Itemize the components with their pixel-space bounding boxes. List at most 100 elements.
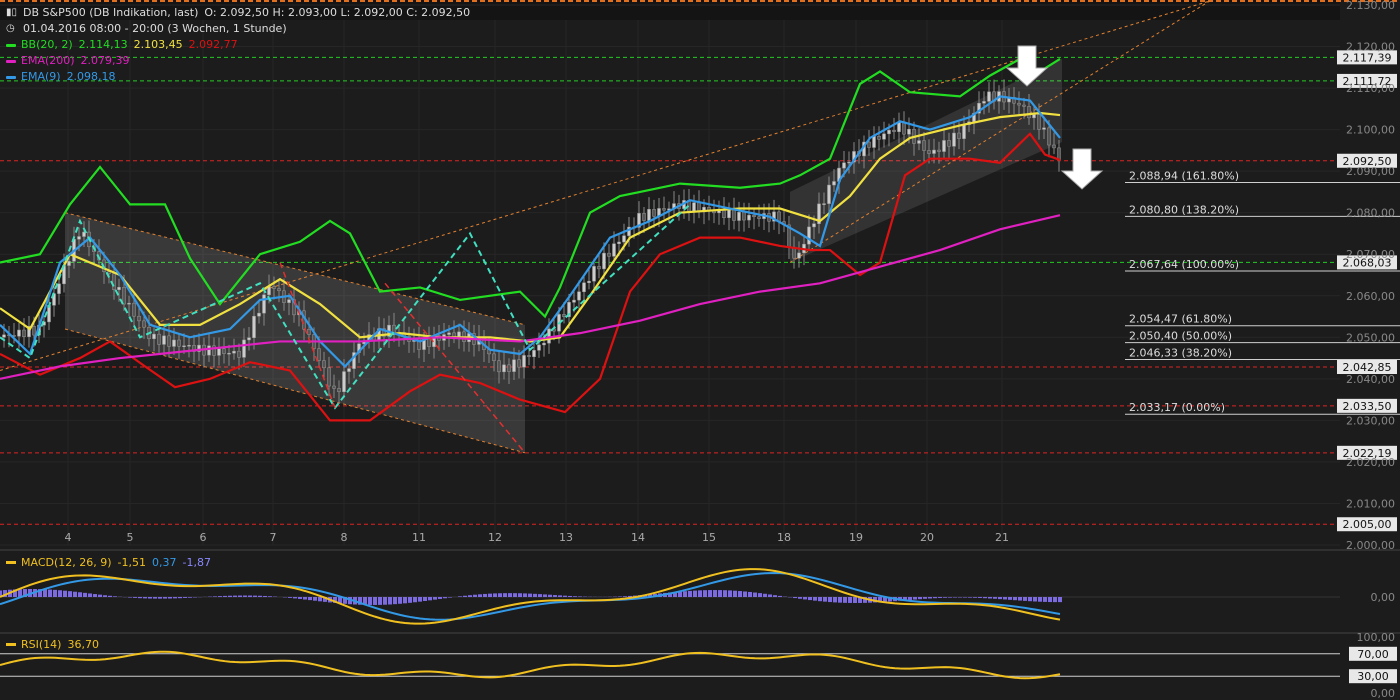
macd-histogram-bar	[478, 594, 482, 597]
macd-histogram-bar	[793, 597, 797, 599]
candle-body	[167, 335, 171, 347]
candle-body	[347, 368, 351, 372]
macd-histogram-bar	[213, 596, 217, 597]
macd-histogram-bar	[138, 597, 142, 599]
ema9-swatch	[6, 75, 16, 79]
macd-histogram-bar	[243, 595, 247, 597]
macd-histogram-bar	[548, 594, 552, 597]
candle-body	[342, 371, 346, 393]
macd-legend[interactable]: MACD(12, 26, 9) -1,51 0,37 -1,87	[6, 556, 211, 569]
macd-histogram-bar	[958, 597, 962, 598]
macd-swatch	[6, 561, 16, 564]
candle-body	[162, 335, 166, 345]
macd-histogram-bar	[403, 597, 407, 604]
macd-histogram-bar	[188, 597, 192, 598]
candle-body	[887, 129, 891, 135]
stock-chart: 2.117,392.111,722.092,502.068,032.042,85…	[0, 0, 1400, 700]
candle-body	[237, 350, 241, 358]
candle-body	[642, 213, 646, 221]
macd-histogram-bar	[948, 597, 952, 598]
candle-body	[257, 312, 261, 317]
rsi-value: 36,70	[67, 638, 99, 651]
macd-histogram-bar	[293, 597, 297, 599]
macd-histogram-bar	[993, 597, 997, 599]
level-label: 2.005,00	[1343, 518, 1392, 531]
rsi-legend[interactable]: RSI(14) 36,70	[6, 638, 99, 651]
macd-histogram-bar	[173, 597, 177, 599]
candle-body	[207, 345, 211, 356]
candle-body	[547, 328, 551, 344]
macd-histogram-bar	[833, 597, 837, 603]
macd-histogram-bar	[983, 597, 987, 599]
macd-histogram-bar	[463, 595, 467, 597]
x-tick-label: 15	[702, 531, 716, 544]
macd-histogram-bar	[533, 593, 537, 597]
macd-histogram-bar	[433, 597, 437, 600]
ohlc-values: O: 2.092,50 H: 2.093,00 L: 2.092,00 C: 2…	[204, 6, 471, 19]
macd-histogram-bar	[163, 597, 167, 599]
macd-histogram-bar	[313, 597, 317, 601]
y-tick-label: 2.050,00	[1346, 331, 1395, 344]
x-tick-label: 18	[777, 531, 791, 544]
macd-histogram-bar	[973, 597, 977, 598]
legend-ema200[interactable]: EMA(200) 2.079,39	[6, 53, 470, 69]
candle-body	[187, 345, 191, 347]
candle-body	[572, 299, 576, 303]
macd-histogram-bar	[483, 593, 487, 597]
macd-histogram-bar	[703, 590, 707, 597]
bb-label: BB(20, 2)	[21, 38, 73, 51]
macd-histogram-bar	[73, 591, 77, 597]
macd-histogram-bar	[523, 593, 527, 597]
macd-histogram-bar	[828, 597, 832, 603]
candle-body	[602, 252, 606, 270]
candle-body	[737, 212, 741, 221]
macd-histogram-bar	[753, 592, 757, 597]
macd-histogram-bar	[398, 597, 402, 604]
macd-histogram-bar	[748, 591, 752, 597]
macd-histogram-bar	[248, 595, 252, 597]
legend-bb[interactable]: BB(20, 2) 2.114,13 2.103,45 2.092,77	[6, 37, 470, 53]
y-tick-label: 2.060,00	[1346, 290, 1395, 303]
candle-body	[332, 385, 336, 389]
macd-histogram-bar	[48, 589, 52, 597]
macd-value-1: -1,51	[117, 556, 147, 569]
candle-body	[1037, 114, 1041, 130]
y-tick-label: 2.110,00	[1346, 82, 1395, 95]
macd-histogram-bar	[978, 597, 982, 598]
macd-histogram-bar	[803, 597, 807, 600]
candle-body	[537, 344, 541, 351]
macd-histogram-bar	[768, 594, 772, 597]
candle-body	[232, 350, 236, 354]
macd-histogram-bar	[518, 593, 522, 597]
candle-body	[662, 208, 666, 211]
x-tick-label: 20	[920, 531, 934, 544]
fib-label: 2.033,17 (0.00%)	[1129, 401, 1225, 414]
macd-histogram-bar	[408, 597, 412, 603]
macd-histogram-bar	[538, 594, 542, 597]
y-tick-label: 2.030,00	[1346, 414, 1395, 427]
macd-label: MACD(12, 26, 9)	[21, 556, 112, 569]
candle-body	[242, 339, 246, 358]
macd-histogram-bar	[423, 597, 427, 602]
candle-body	[127, 302, 131, 305]
candle-body	[427, 338, 431, 347]
macd-histogram-bar	[943, 597, 947, 598]
macd-histogram-bar	[438, 597, 442, 599]
macd-histogram-bar	[848, 597, 852, 603]
candle-body	[182, 345, 186, 347]
macd-histogram-bar	[503, 593, 507, 597]
macd-histogram-bar	[63, 590, 67, 597]
macd-histogram-bar	[298, 597, 302, 599]
macd-histogram-bar	[393, 597, 397, 605]
macd-histogram-bar	[113, 596, 117, 597]
candle-body	[517, 359, 521, 368]
candle-body	[137, 315, 141, 322]
candle-body	[927, 150, 931, 154]
macd-histogram-bar	[618, 596, 622, 597]
legend-ema9[interactable]: EMA(9) 2.098,18	[6, 69, 470, 85]
candle-body	[1027, 106, 1031, 119]
candle-body	[892, 129, 896, 132]
candle-body	[117, 287, 121, 290]
ema9-label: EMA(9)	[21, 70, 61, 83]
candle-body	[877, 135, 881, 140]
